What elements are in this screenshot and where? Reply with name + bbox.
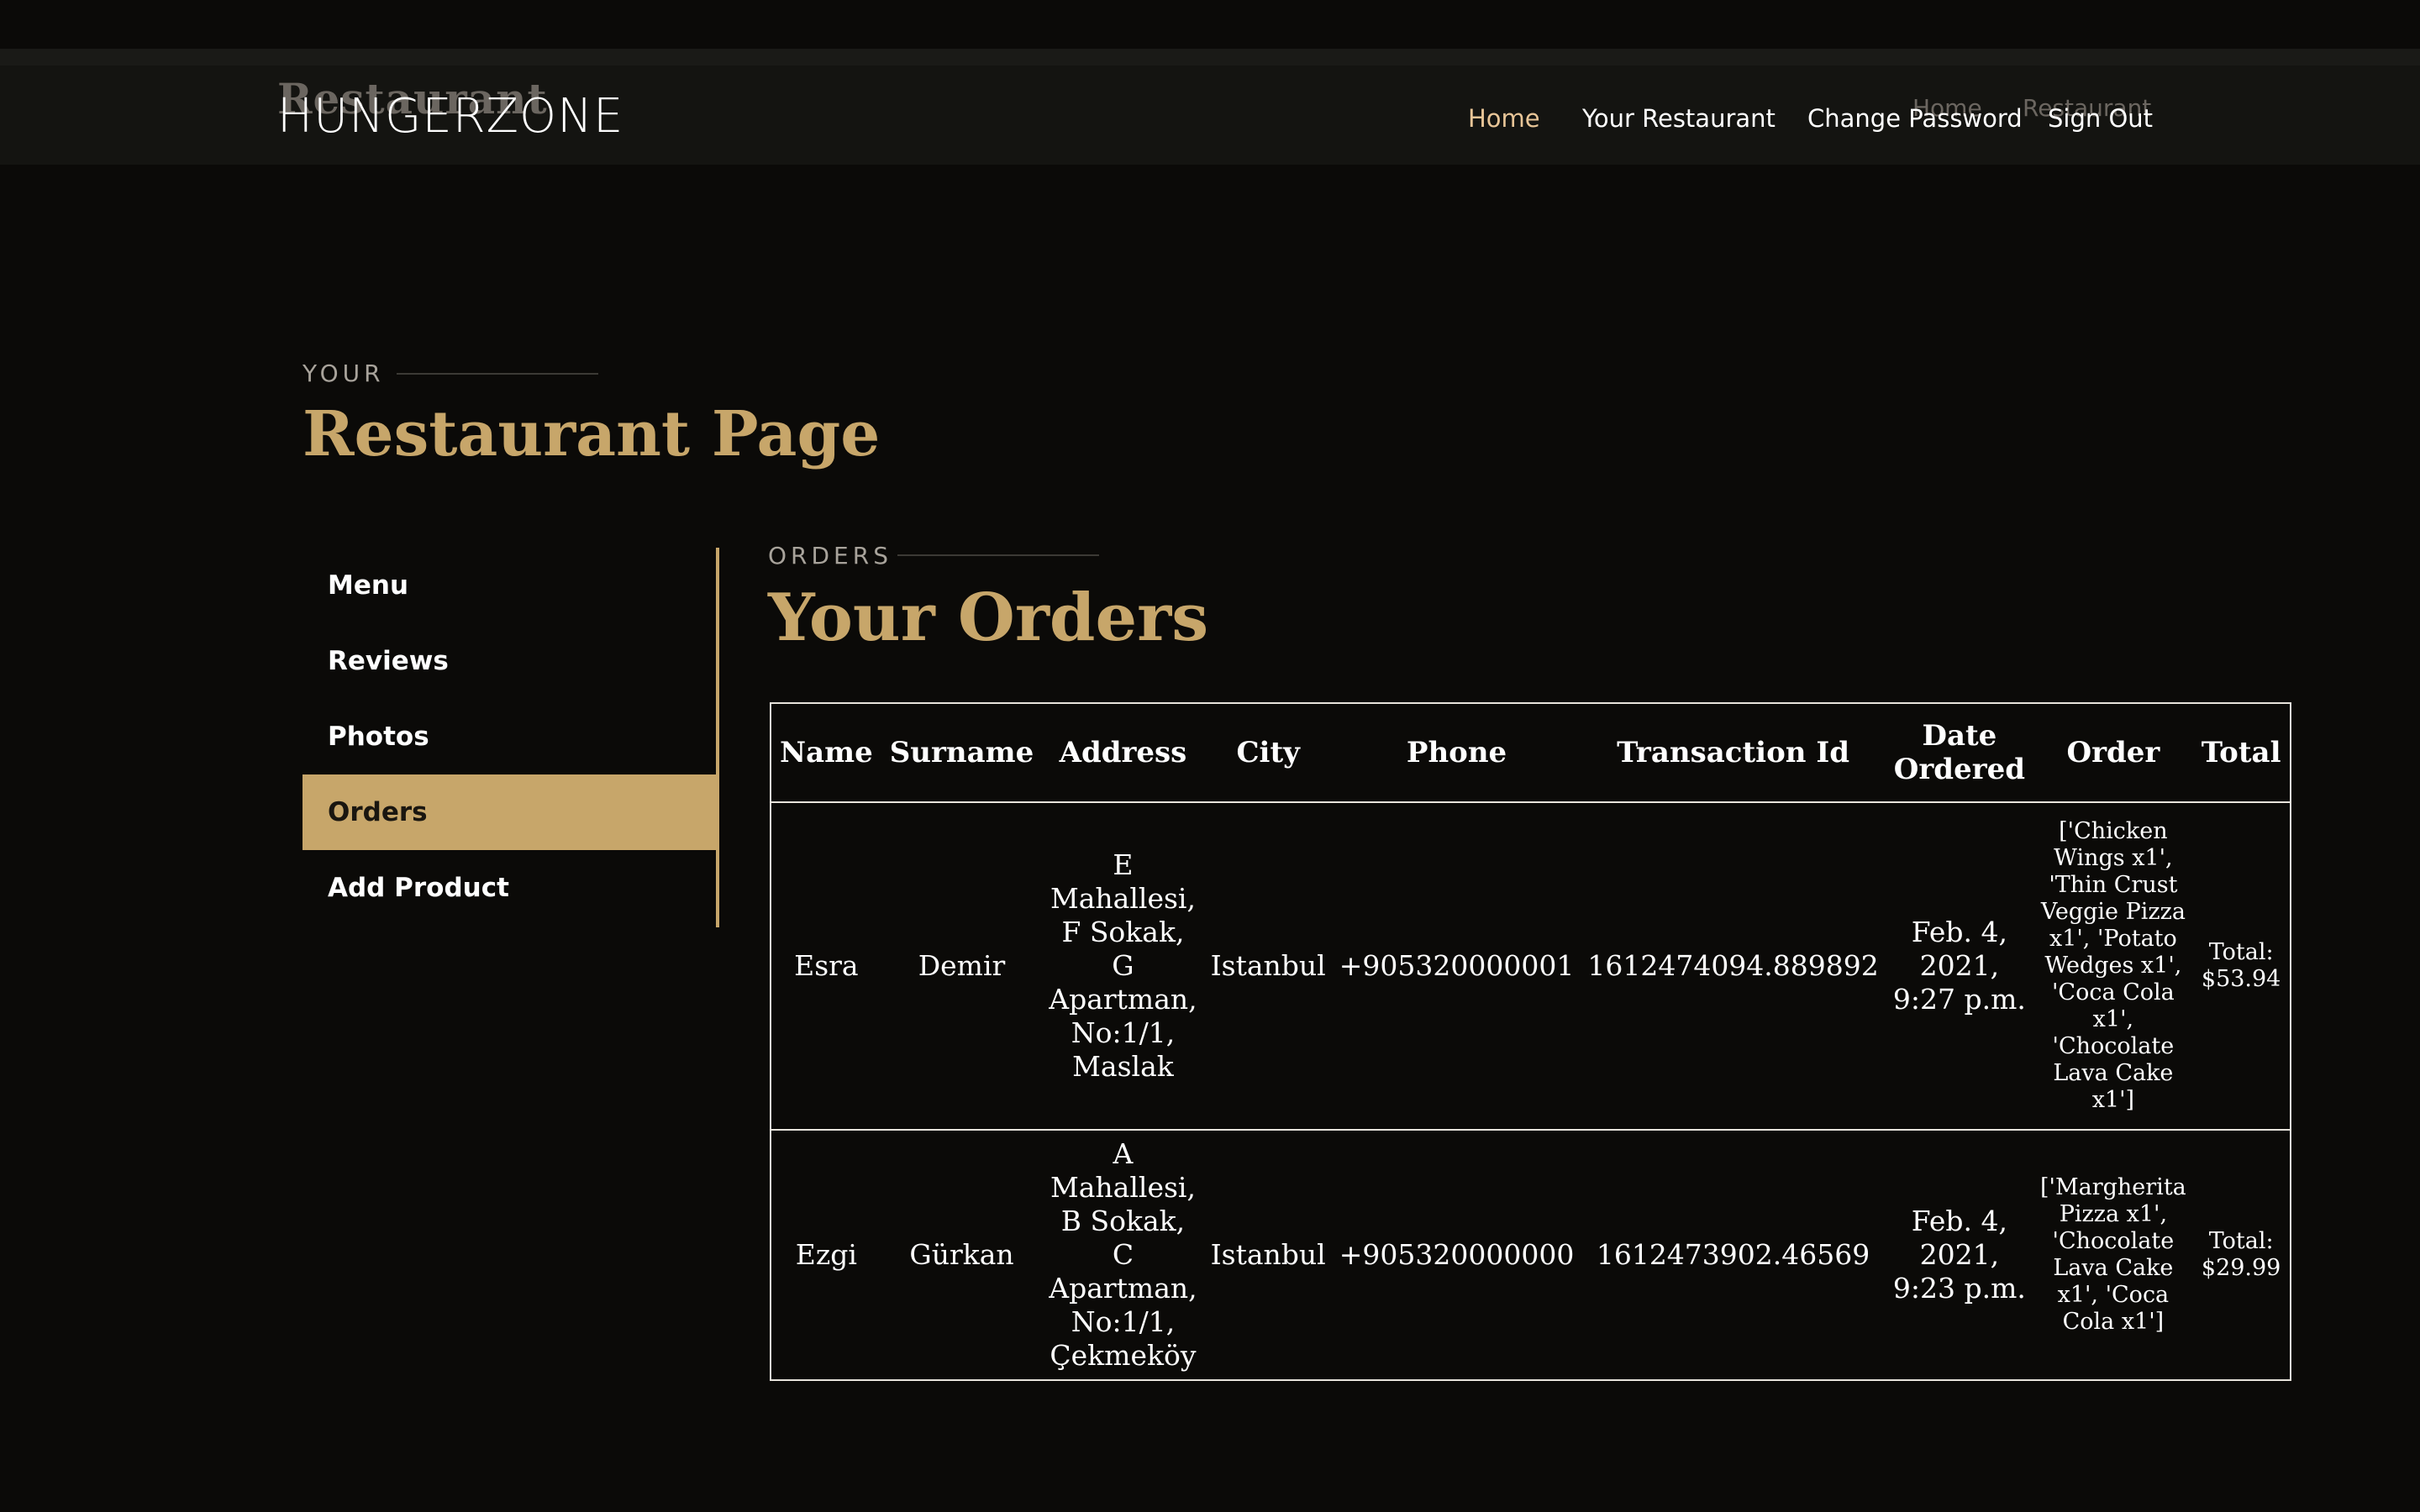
column-header-surname: Surname	[881, 703, 1043, 803]
cell-city: Istanbul	[1210, 949, 1326, 982]
cell-address: A Mahallesi, B Sokak, C Apartman, No:1/1…	[1049, 1137, 1197, 1372]
cell-total: Total: $53.94	[2201, 939, 2281, 992]
column-header-city: City	[1203, 703, 1333, 803]
nav-sign-out[interactable]: Sign Out	[2048, 104, 2153, 133]
table-header-row: Name Surname Address City Phone Transact…	[771, 703, 2291, 803]
sidebar-item-menu[interactable]: Menu	[302, 548, 718, 623]
cell-city: Istanbul	[1210, 1238, 1326, 1271]
orders-kicker-divider	[897, 554, 1099, 556]
column-header-name: Name	[771, 703, 881, 803]
cell-address: E Mahallesi, F Sokak, G Apartman, No:1/1…	[1049, 848, 1197, 1083]
nav-your-restaurant[interactable]: Your Restaurant	[1582, 104, 1776, 133]
orders-kicker: ORDERS	[768, 542, 892, 570]
sidebar-item-photos[interactable]: Photos	[302, 699, 718, 774]
nav-change-password[interactable]: Change Password	[1807, 104, 2023, 133]
cell-order: ['Chicken Wings x1', 'Thin Crust Veggie …	[2040, 818, 2186, 1113]
cell-date-ordered: Feb. 4, 2021, 9:23 p.m.	[1892, 1205, 2026, 1305]
column-header-total: Total	[2192, 703, 2291, 803]
cell-surname: Gürkan	[909, 1238, 1014, 1271]
sidebar-item-add-product[interactable]: Add Product	[302, 850, 718, 926]
page-title: Restaurant Page	[302, 398, 881, 470]
column-header-transaction-id: Transaction Id	[1581, 703, 1886, 803]
kicker-divider	[397, 373, 598, 375]
cell-name: Ezgi	[795, 1238, 857, 1271]
sidebar-divider	[716, 548, 719, 927]
column-header-phone: Phone	[1332, 703, 1581, 803]
sidebar: Menu Reviews Photos Orders Add Product	[302, 548, 718, 926]
cell-date-ordered: Feb. 4, 2021, 9:27 p.m.	[1892, 916, 2026, 1016]
nav-home[interactable]: Home	[1468, 104, 1540, 133]
sidebar-item-orders[interactable]: Orders	[302, 774, 718, 850]
column-header-order: Order	[2033, 703, 2193, 803]
cell-total: Total: $29.99	[2201, 1228, 2281, 1281]
column-header-address: Address	[1042, 703, 1204, 803]
cell-surname: Demir	[918, 949, 1006, 982]
cell-phone: +905320000000	[1339, 1238, 1575, 1271]
table-row: Ezgi Gürkan A Mahallesi, B Sokak, C Apar…	[771, 1130, 2291, 1380]
orders-title: Your Orders	[768, 580, 1209, 656]
cell-name: Esra	[794, 949, 859, 982]
top-strip	[0, 49, 2420, 66]
table-row: Esra Demir E Mahallesi, F Sokak, G Apart…	[771, 802, 2291, 1130]
sidebar-item-reviews[interactable]: Reviews	[302, 623, 718, 699]
page-kicker: YOUR	[302, 360, 385, 387]
column-header-date-ordered: Date Ordered	[1885, 703, 2034, 803]
cell-transaction-id: 1612473902.46569	[1596, 1238, 1870, 1271]
orders-table: Name Surname Address City Phone Transact…	[770, 702, 2291, 1381]
cell-order: ['Margherita Pizza x1', 'Chocolate Lava …	[2040, 1174, 2186, 1335]
brand-logo[interactable]: HUNGERZONE	[277, 89, 623, 144]
cell-phone: +905320000001	[1339, 949, 1575, 982]
cell-transaction-id: 1612474094.889892	[1587, 949, 1879, 982]
